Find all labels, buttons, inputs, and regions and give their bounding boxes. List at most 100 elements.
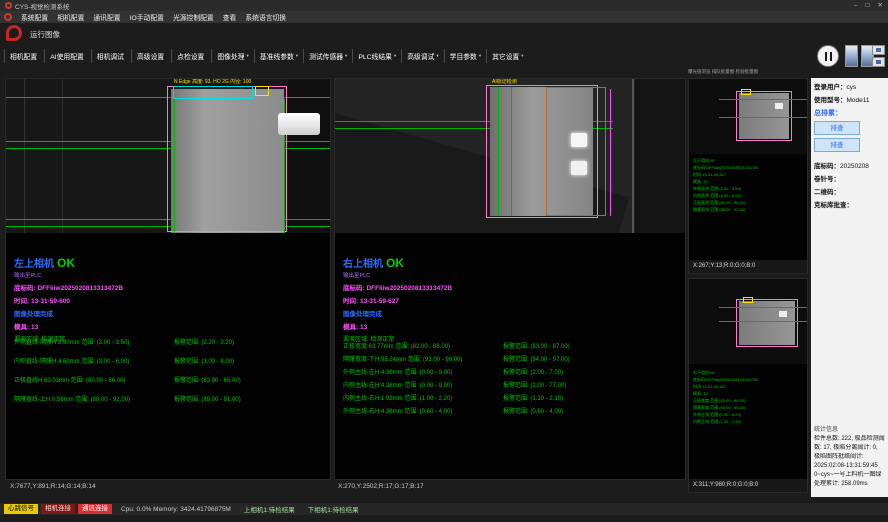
overlay-green-line [719, 99, 807, 100]
menu-item[interactable]: 通讯配置 [93, 12, 120, 22]
preview-text-line: 外侧直线 范围:(3.00 - 3.50) [693, 185, 805, 192]
chevron-down-icon: ▾ [247, 53, 249, 59]
overlay-green-edge-line [498, 87, 499, 216]
result-ok-badge: OK [57, 256, 75, 270]
toolbar-button[interactable]: PLC线结果 ▾ [352, 49, 401, 63]
statusbar: 心跳信号 相机连接 通讯连接 Cpu: 0.0% Memory: 3424.41… [0, 503, 888, 515]
measurement-row: 正极直线H:63.03mm 范围: (80.00 - 86.00) 报警范围: … [14, 375, 328, 394]
result-status: 图像处理完成 [14, 308, 326, 318]
preview-text-line: 模具: 13 [693, 390, 805, 397]
measurement-value: 外侧主线-右H:4.36mm 范围: (0.60 - 4.00) [343, 406, 452, 415]
brand-logo-icon [4, 13, 12, 21]
measurement-value: 隔膜直线-上H:0.56mm 范围: (88.00 - 92.00) [14, 394, 130, 403]
camera-right-pixel-coords: X:270,Y:2502;R:17;G:17;B:17 [338, 483, 424, 490]
menu-item[interactable]: 系统配置 [21, 12, 48, 22]
toolbar-button-label: 点检设置 [177, 51, 204, 61]
toolbar-button-label: 其它设置 [492, 51, 519, 61]
stats-line: 处理累计: 258.09ms [814, 480, 886, 489]
chevron-down-icon: ▾ [345, 53, 347, 59]
image-background-region [635, 79, 685, 233]
stats-block: 统计信息 检件总数: 222, 极品检测阈数: 17, 极陷分离阈计: 0,极陷… [814, 424, 886, 489]
preview-text-line: 内侧主线 范围:(1.00 - 2.20) [693, 418, 805, 425]
qr-label: 二维码： [814, 189, 840, 196]
preview-camera-1[interactable]: 左下相机OK底标码:DFFIiiw2025020813313472B时间:13-… [688, 78, 808, 274]
toolbar-button[interactable]: 相机调试 [91, 49, 131, 63]
toolbar-button[interactable]: 高级设置 [131, 49, 171, 63]
preview-text-line: 正极宽度 范围:(82.00 - 88.00) [693, 397, 805, 404]
measurement-alarm-range: 报警范围: (83.00 - 87.00) [503, 341, 570, 350]
measurement-list: 正极宽度:63.77mm 范围: (82.00 - 88.00) 报警范围: (… [343, 341, 683, 419]
toolbar-button-label: 高级调试 [407, 51, 434, 61]
measurement-value: 正极直线H:63.03mm 范围: (80.00 - 86.00) [14, 375, 125, 384]
scroll-up-button[interactable] [872, 45, 885, 55]
model-row: 使用型号：Mode11 [814, 94, 885, 104]
toolbar-button[interactable]: 图像处理 ▾ [211, 49, 253, 63]
preview-text-line: 左下相机OK [693, 157, 805, 164]
tab-run-image[interactable]: 运行图像 [30, 29, 60, 40]
menu-item[interactable]: 查看 [223, 12, 237, 22]
measurement-alarm-range: 报警范围: (1.10 - 2.10) [503, 393, 563, 402]
preview-header: 曝光值浏览 排队批量图 检验批量图 [688, 66, 808, 77]
measurement-value: 内侧直线-隔膜H:4.60mm 范围: (3.00 - 6.00) [14, 356, 129, 365]
model-value[interactable]: Mode11 [847, 97, 870, 104]
overlay-yellow-roi-box [743, 297, 753, 303]
measurement-value: 内侧主线-左H:4.38mm 范围: (0.00 - 9.00) [343, 380, 452, 389]
toolbar-button-label: 相机调试 [97, 51, 124, 61]
camera-right-image: AI标记检测 [335, 79, 685, 233]
toolbar-button[interactable]: 相机配置 [4, 49, 44, 63]
preview-text-line: 隔膜直线 范围:(88.00 - 92.00) [693, 206, 805, 213]
total-box-1[interactable]: 排查 [814, 121, 860, 135]
pause-icon [825, 52, 832, 61]
preview-2-result-text: 右下相机OK底标码:DFFIiiw2025020813313472B时间:13-… [693, 369, 805, 459]
chevron-down-icon: ▾ [479, 53, 481, 59]
close-button[interactable]: ✕ [878, 0, 883, 11]
measurement-row: 正极宽度:63.77mm 范围: (82.00 - 88.00) 报警范围: (… [343, 341, 683, 354]
toolbar-button[interactable]: 学目参数 ▾ [444, 49, 486, 63]
pause-button[interactable] [817, 45, 839, 67]
menu-item[interactable]: 光源控制配置 [173, 12, 214, 22]
measurement-list: 外侧直线-隔膜H:3.90mm 范围: (3.00 - 3.50) 报警范围: … [14, 337, 328, 413]
toolbar-button-label: 基准线参数 [260, 51, 294, 61]
result-title: 右上相机OK [343, 255, 681, 270]
toolbar-button[interactable]: 测试传感器 ▾ [303, 49, 352, 63]
menu-item[interactable]: 相机配置 [57, 12, 84, 22]
menu-item[interactable]: IO手动配置 [130, 12, 164, 22]
camera-right-panel[interactable]: AI标记检测 右上相机OK 输出至PLC 底标码: DFFIiiw2025020… [334, 78, 686, 480]
bright-feature-blob [571, 161, 587, 175]
measurement-row: 外侧直线-隔膜H:3.90mm 范围: (3.00 - 3.50) 报警范围: … [14, 337, 328, 356]
toolbar-button[interactable]: 基准线参数 ▾ [254, 49, 303, 63]
image-mode-button-1[interactable] [845, 45, 858, 67]
camera-left-panel[interactable]: N Edge 高度: 93. HO 2G 内径: 100 左上相机OK 输出至P… [5, 78, 331, 480]
bottom-camera-result-status: 下相机1:待检结果 [308, 504, 359, 514]
overlay-green-line [719, 307, 807, 308]
titlebar: CYS-视觉检测系统 – □ ✕ [0, 0, 888, 11]
toolbar-button[interactable]: 点检设置 [171, 49, 211, 63]
preview-text-line: 底标码:DFFIiiw2025020813313472B [693, 376, 805, 383]
measurement-alarm-range: 报警范围: (89.00 - 91.00) [174, 394, 241, 403]
preview-text-line: 模具: 13 [693, 178, 805, 185]
barcode-value: 20250208 [840, 163, 869, 170]
chevron-down-icon: ▾ [521, 53, 523, 59]
toolbar-button[interactable]: 其它设置 ▾ [486, 49, 528, 63]
overlay-orange-roi-box [546, 87, 606, 216]
measurement-alarm-range: 报警范围: (2.00 - 77.00) [503, 380, 566, 389]
preview-2-image [689, 279, 807, 364]
measurement-row: 内侧直线-隔膜H:4.60mm 范围: (3.00 - 6.00) 报警范围: … [14, 356, 328, 375]
toolbar-button[interactable]: AI使用配置 [44, 49, 91, 63]
camera-left-result-block: 左上相机OK 输出至PLC 底标码: DFFIiiw20250208133134… [14, 255, 326, 343]
scroll-down-button[interactable] [872, 57, 885, 67]
measurement-row: 隔膜宽度-下H:95.24mm 范围: (93.00 - 98.00) 报警范围… [343, 354, 683, 367]
maximize-button[interactable]: □ [866, 0, 870, 11]
preview-camera-2[interactable]: 右下相机OK底标码:DFFIiiw2025020813313472B时间:13-… [688, 278, 808, 493]
chevron-down-icon: ▾ [436, 53, 438, 59]
menu-item[interactable]: 系统语言切换 [245, 12, 286, 22]
minimize-button[interactable]: – [854, 0, 858, 11]
result-title: 左上相机OK [14, 255, 326, 270]
toolbar-button[interactable]: 高级调试 ▾ [401, 49, 443, 63]
preview-2-pixel-coords: X:311;Y:980;R:0;G:0;B:0 [689, 479, 807, 492]
camera-right-result-block: 右上相机OK 输出至PLC 底标码: DFFIiiw20250208133134… [343, 255, 681, 343]
window-title: CYS-视觉检测系统 [15, 1, 70, 11]
login-user-row: 登录用户：cys [814, 81, 885, 91]
stats-line: 极陷图阵批络阈计: [814, 453, 886, 462]
total-box-2[interactable]: 排查 [814, 138, 860, 152]
